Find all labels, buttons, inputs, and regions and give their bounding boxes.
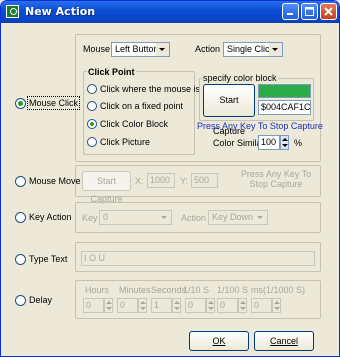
ok-button[interactable]: OK (189, 331, 249, 351)
new-action-dialog: New Action Mouse Click Mouse Left Button… (0, 0, 340, 357)
color-hex-field[interactable]: $004CAF1C (258, 100, 311, 115)
delay-tenths-header: 1/10 S (183, 285, 210, 295)
mouse-button-select[interactable]: Left Button (111, 42, 170, 57)
key-action-type-label: Action (181, 213, 207, 223)
color-similar-value: 100 (261, 137, 277, 147)
color-hex-value: $004CAF1C (261, 102, 311, 112)
delay-hours-field[interactable]: 0 (83, 298, 104, 313)
delay-hours-header: Hours (85, 285, 110, 295)
delay-hundredths-field[interactable]: 0 (217, 298, 238, 313)
click-fixed-point-radio[interactable] (87, 101, 97, 111)
close-icon (324, 7, 333, 16)
click-where-mouse-label: Click where the mouse is (100, 84, 201, 94)
move-y-label: Y: (180, 176, 189, 186)
key-label: Key (82, 213, 98, 223)
move-x-label: X: (135, 176, 144, 186)
click-picture-radio[interactable] (87, 137, 97, 147)
chevron-down-icon (156, 43, 169, 56)
move-x-value: 1000 (150, 175, 171, 185)
click-color-block-label: Click Color Block (100, 119, 169, 129)
key-action-label: Key Action (29, 212, 72, 222)
delay-minutes-field[interactable]: 0 (117, 298, 138, 313)
click-color-block-radio[interactable] (87, 119, 97, 129)
delay-minutes-value: 0 (120, 300, 126, 310)
chevron-down-icon (269, 43, 282, 56)
type-text-label: Type Text (29, 254, 68, 264)
delay-minutes-spinner[interactable] (138, 298, 147, 313)
maximize-icon (305, 7, 314, 16)
delay-seconds-field[interactable]: 1 (151, 298, 172, 313)
key-value: 0 (103, 212, 109, 222)
window-title: New Action (25, 5, 96, 18)
mouse-move-label: Mouse Move (29, 176, 81, 186)
minimize-icon (287, 13, 293, 15)
click-action-select[interactable]: Single Click (223, 42, 283, 57)
color-swatch (258, 84, 311, 98)
delay-ms-spinner[interactable] (272, 298, 281, 313)
title-bar[interactable]: New Action (1, 1, 339, 23)
delay-hundredths-spinner[interactable] (238, 298, 247, 313)
delay-hundredths-header: 1/100 S (217, 285, 249, 295)
key-action-select[interactable]: Key Down (208, 210, 268, 225)
move-capture-hint: Press Any Key To Stop Capture (240, 169, 312, 189)
move-x-field[interactable]: 1000 (147, 173, 175, 188)
delay-ms-field[interactable]: 0 (251, 298, 272, 313)
delay-tenths-spinner[interactable] (206, 298, 215, 313)
type-text-radio[interactable] (15, 254, 26, 265)
mouse-button-label: Mouse (83, 44, 111, 54)
click-action-value: Single Click (227, 44, 275, 54)
color-block-title: specify color block (202, 73, 278, 83)
move-start-capture-button[interactable]: Start Capture (82, 171, 131, 204)
cancel-button[interactable]: Cancel (254, 331, 314, 351)
delay-hours-value: 0 (86, 300, 92, 310)
delay-seconds-spinner[interactable] (172, 298, 181, 313)
click-where-mouse-radio[interactable] (87, 84, 97, 94)
click-point-title: Click Point (87, 67, 136, 77)
mouse-button-value: Left Button (115, 44, 159, 54)
cancel-label: Cancel (269, 336, 298, 346)
delay-tenths-value: 0 (188, 300, 194, 310)
ok-label: OK (212, 336, 226, 346)
click-action-label: Action (195, 44, 221, 54)
move-y-field[interactable]: 500 (191, 173, 218, 188)
color-similar-field[interactable]: 100 (258, 135, 280, 150)
app-icon (6, 5, 19, 18)
delay-label: Delay (29, 295, 53, 305)
color-start-capture-button[interactable]: Start Capture (203, 84, 255, 136)
chevron-down-icon (158, 211, 171, 224)
key-action-value: Key Down (212, 212, 254, 222)
close-button[interactable] (320, 3, 337, 20)
mouse-click-radio[interactable] (15, 98, 26, 109)
type-text-value: I O U (84, 253, 106, 263)
delay-seconds-header: Seconds (151, 285, 187, 295)
color-capture-hint: Press Any Key To Stop Capture (197, 121, 323, 131)
delay-ms-header: ms(1/1000 S) (251, 285, 306, 295)
type-text-field[interactable]: I O U (81, 251, 315, 266)
delay-tenths-field[interactable]: 0 (185, 298, 206, 313)
color-similar-unit: % (294, 138, 303, 148)
minimize-button[interactable] (282, 3, 299, 20)
delay-radio[interactable] (15, 295, 26, 306)
mouse-move-radio[interactable] (15, 176, 26, 187)
chevron-down-icon (254, 211, 267, 224)
color-similar-spinner[interactable] (280, 135, 289, 150)
delay-hundredths-value: 0 (220, 300, 226, 310)
key-select[interactable]: 0 (99, 210, 172, 225)
move-y-value: 500 (194, 175, 210, 185)
delay-hours-spinner[interactable] (104, 298, 113, 313)
delay-seconds-value: 1 (154, 300, 160, 310)
click-fixed-point-label: Click on a fixed point (100, 101, 184, 111)
mouse-click-label: Mouse Click (26, 96, 81, 110)
key-action-radio[interactable] (15, 212, 26, 223)
click-picture-label: Click Picture (100, 137, 151, 147)
delay-ms-value: 0 (254, 300, 260, 310)
delay-minutes-header: Minutes (119, 285, 151, 295)
maximize-button[interactable] (301, 3, 318, 20)
